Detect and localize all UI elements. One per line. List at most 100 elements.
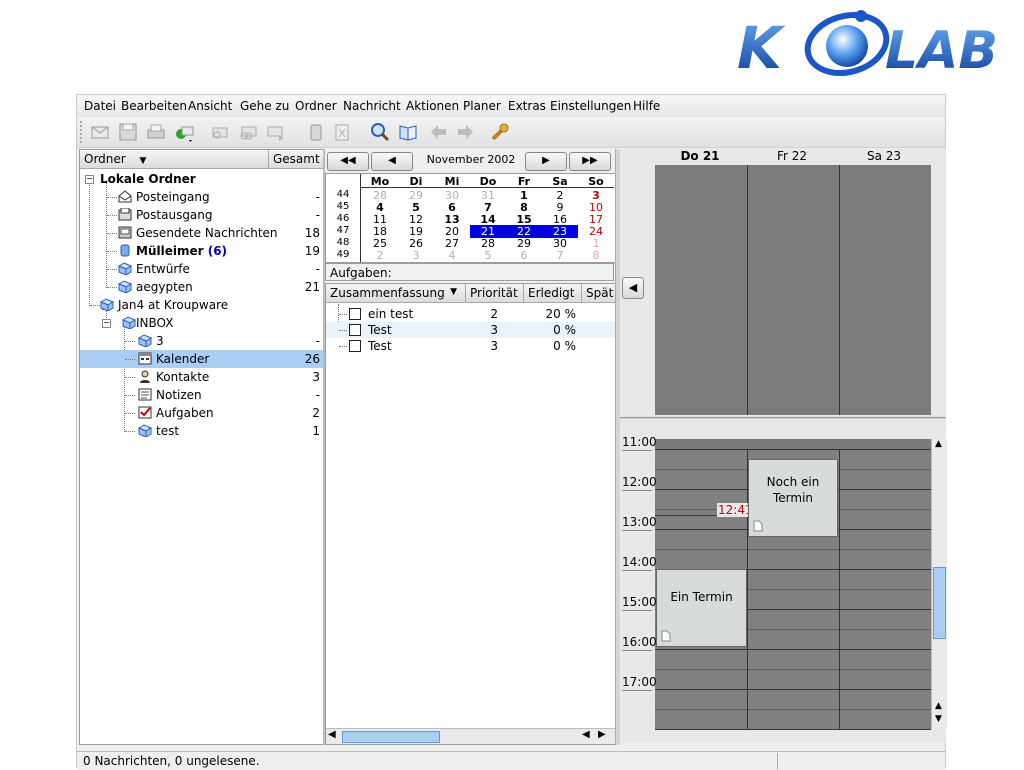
status-divider [777, 753, 778, 769]
next-month-button[interactable]: ▶ [525, 152, 567, 171]
search-icon[interactable] [369, 121, 391, 143]
folder-icon [138, 334, 152, 347]
task-row[interactable]: ein test 2 20 % [326, 306, 615, 322]
event-ein-termin[interactable]: Ein Termin [656, 569, 747, 647]
folder-kalender[interactable]: Kalender 26 [80, 350, 324, 368]
week-number[interactable]: 46 [328, 213, 358, 224]
prev-year-button[interactable]: ◀◀ [327, 152, 369, 171]
scrollbar-thumb[interactable] [342, 731, 440, 743]
calendar-day[interactable]: 4 [434, 249, 470, 262]
print-icon[interactable] [145, 121, 167, 143]
vertical-scrollbar[interactable]: ▲ ▲ ▼ [931, 439, 947, 729]
day-header-sa23[interactable]: Sa 23 [838, 149, 930, 163]
collapse-icon[interactable]: − [102, 319, 111, 328]
folder-entwuerfe[interactable]: Entwürfe - [80, 260, 324, 278]
scroll-up-icon[interactable]: ▲ [935, 701, 942, 711]
task-checkbox[interactable] [349, 308, 361, 320]
event-noch-ein-termin[interactable]: Noch ein Termin [748, 459, 838, 537]
day-header-fr22[interactable]: Fr 22 [746, 149, 838, 163]
weekday-label: Do [479, 175, 497, 188]
calendar-day[interactable]: 7 [542, 249, 578, 262]
scroll-left-icon[interactable]: ◀ [582, 729, 590, 740]
menu-gehe-zu[interactable]: Gehe zu [240, 99, 289, 113]
summary-column-header[interactable]: Zusammenfassung ▼ [326, 284, 466, 303]
forward-icon[interactable] [265, 121, 287, 143]
imap-account-icon [100, 298, 114, 311]
late-column-header[interactable]: Spät [582, 284, 615, 303]
menu-ordner[interactable]: Ordner [295, 99, 337, 113]
day-divider [747, 165, 748, 415]
check-mail-icon[interactable] [173, 121, 195, 143]
scroll-left-icon[interactable]: ◀ [328, 729, 336, 740]
task-row[interactable]: Test 3 0 % [326, 322, 615, 338]
collapse-icon[interactable]: − [85, 175, 94, 184]
tasks-icon [138, 406, 152, 419]
calendar-day[interactable]: 8 [578, 249, 614, 262]
month-label[interactable]: November 2002 [421, 153, 521, 166]
reply-icon[interactable] [209, 121, 231, 143]
folder-postausgang[interactable]: Postausgang - [80, 206, 324, 224]
calendar-day[interactable]: 2 [362, 249, 398, 262]
folder-inbox[interactable]: − INBOX [80, 314, 324, 332]
menu-planer[interactable]: Planer [463, 99, 501, 113]
task-checkbox[interactable] [349, 340, 361, 352]
calendar-day[interactable]: 6 [506, 249, 542, 262]
week-number[interactable]: 47 [328, 225, 358, 236]
day-header-do21[interactable]: Do 21 [654, 149, 746, 163]
forward-arrow-icon[interactable] [455, 121, 477, 143]
scroll-down-icon[interactable]: ▼ [935, 714, 942, 724]
week-number[interactable]: 45 [328, 201, 358, 212]
trash-icon[interactable] [305, 121, 327, 143]
week-number[interactable]: 48 [328, 237, 358, 248]
folder-tree: Ordner ▼ Gesamt − Lokale Ordner Posteing… [79, 149, 325, 745]
toolbar-handle[interactable] [80, 121, 86, 143]
menu-extras[interactable]: Extras [508, 99, 546, 113]
folder-notizen[interactable]: Notizen - [80, 386, 324, 404]
hour-tick [622, 570, 652, 571]
menu-bearbeiten[interactable]: Bearbeiten [121, 99, 187, 113]
folder-3[interactable]: 3 - [80, 332, 324, 350]
menu-datei[interactable]: Datei [84, 99, 116, 113]
scroll-right-icon[interactable]: ▶ [598, 729, 606, 740]
scroll-up-icon[interactable]: ▲ [935, 439, 942, 449]
reply-all-icon[interactable] [237, 121, 259, 143]
task-priority: 3 [490, 323, 498, 337]
new-mail-icon[interactable] [89, 121, 111, 143]
folder-aegypten[interactable]: aegypten 21 [80, 278, 324, 296]
menu-einstellungen[interactable]: Einstellungen [550, 99, 631, 113]
week-number[interactable]: 49 [328, 249, 358, 260]
settings-wrench-icon[interactable] [489, 121, 511, 143]
collapse-agenda-button[interactable]: ◀ [622, 277, 644, 299]
folder-column-header[interactable]: Ordner ▼ [80, 150, 269, 169]
total-column-header[interactable]: Gesamt [269, 150, 324, 169]
done-column-header[interactable]: Erledigt [524, 284, 582, 303]
menu-nachricht[interactable]: Nachricht [343, 99, 401, 113]
horizontal-scrollbar[interactable]: ◀ ◀ ▶ [326, 728, 615, 744]
save-icon[interactable] [117, 121, 139, 143]
priority-column-header[interactable]: Priorität [466, 284, 524, 303]
folder-kontakte[interactable]: Kontakte 3 [80, 368, 324, 386]
folder-muelleimer[interactable]: Mülleimer (6) 19 [80, 242, 324, 260]
back-arrow-icon[interactable] [427, 121, 449, 143]
folder-jan4-kroupware[interactable]: − Jan4 at Kroupware [80, 296, 324, 314]
allday-grid[interactable] [655, 165, 931, 415]
calendar-day[interactable]: 3 [398, 249, 434, 262]
week-number[interactable]: 44 [328, 189, 358, 200]
addressbook-icon[interactable] [397, 121, 419, 143]
delete-icon[interactable] [331, 121, 353, 143]
scrollbar-thumb[interactable] [933, 567, 946, 639]
next-year-button[interactable]: ▶▶ [569, 152, 611, 171]
menu-hilfe[interactable]: Hilfe [633, 99, 660, 113]
task-checkbox[interactable] [349, 324, 361, 336]
prev-month-button[interactable]: ◀ [371, 152, 413, 171]
folder-test[interactable]: test 1 [80, 422, 324, 440]
folder-aufgaben[interactable]: Aufgaben 2 [80, 404, 324, 422]
menu-aktionen[interactable]: Aktionen [406, 99, 459, 113]
tree-line [125, 341, 135, 342]
folder-posteingang[interactable]: Posteingang - [80, 188, 324, 206]
menu-ansicht[interactable]: Ansicht [188, 99, 232, 113]
folder-lokale-ordner[interactable]: − Lokale Ordner [80, 170, 324, 188]
calendar-day[interactable]: 5 [470, 249, 506, 262]
task-row[interactable]: Test 3 0 % [326, 338, 615, 354]
folder-gesendete-nachrichten[interactable]: Gesendete Nachrichten 18 [80, 224, 324, 242]
